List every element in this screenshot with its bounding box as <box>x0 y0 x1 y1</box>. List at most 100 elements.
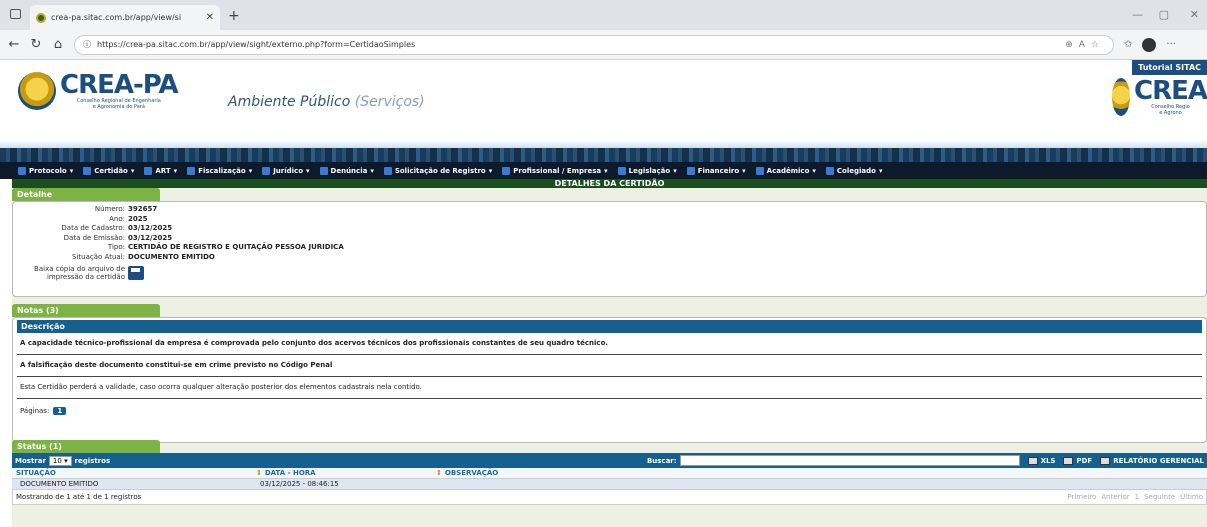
page-button[interactable]: 1 <box>53 407 67 415</box>
home-icon[interactable]: ⌂ <box>52 37 64 52</box>
records-label: registros <box>74 456 111 465</box>
column-label: DATA - HORA <box>264 469 316 477</box>
close-window-icon[interactable]: ✕ <box>1190 8 1199 21</box>
brand-name: CREA-PA <box>60 70 179 100</box>
restore-icon[interactable]: ▢ <box>1159 8 1169 21</box>
field-value: CERTIDÃO DE REGISTRO E QUITAÇÃO PESSOA J… <box>128 243 344 251</box>
pager-page[interactable]: 1 <box>1135 493 1139 501</box>
brand-right-sub-2: e Agrono <box>1159 110 1182 116</box>
menu-item-solicitacao[interactable]: Solicitação de Registro ▾ <box>383 166 492 175</box>
back-icon[interactable]: ← <box>8 37 20 52</box>
field-value: 03/12/2025 <box>128 224 173 232</box>
field-label: Ano: <box>109 214 125 223</box>
reload-icon[interactable]: ↻ <box>30 37 42 52</box>
showing-info: Mostrando de 1 até 1 de 1 registros <box>16 493 142 501</box>
site-header: CREA-PA Conselho Regional de Engenharia … <box>0 60 1207 140</box>
detalhe-section: Detalhe Número: 392657 Ano: 2025 Data de C… <box>12 188 1207 297</box>
table-pager: Primeiro Anterior 1 Seguinte Último <box>1067 493 1203 501</box>
close-tab-icon[interactable]: ✕ <box>206 12 214 23</box>
menu-item-legislacao[interactable]: Legislação ▾ <box>617 166 677 175</box>
search-input[interactable] <box>679 455 1020 466</box>
more-menu-icon[interactable]: ··· <box>1166 39 1176 50</box>
search-label: Buscar: <box>646 456 677 465</box>
menu-item-art[interactable]: ART ▾ <box>144 166 177 175</box>
new-tab-icon[interactable]: + <box>228 8 240 24</box>
download-label-1: Baixa cópia do arquivo de <box>34 265 125 273</box>
menu-item-denuncia[interactable]: Denúncia ▾ <box>319 166 374 175</box>
menu-item-protocolo[interactable]: Protocolo ▾ <box>18 166 73 175</box>
field-label: Data de Emissão: <box>63 233 125 242</box>
note-row: A falsificação deste documento constitui… <box>17 355 1202 377</box>
field-label: Número: <box>94 205 125 213</box>
menu-item-juridico[interactable]: Jurídico ▾ <box>262 166 310 175</box>
printer-icon <box>1027 456 1038 465</box>
pager-previous[interactable]: Anterior <box>1101 493 1129 501</box>
pager-last[interactable]: Último <box>1180 493 1203 501</box>
ambiente-sub: (Serviços) <box>354 94 425 110</box>
field-numero: Número: 392657 <box>13 205 1206 215</box>
tab-actions-icon[interactable] <box>10 9 21 19</box>
report-button[interactable]: RELATÓRIO GERENCIAL <box>1100 456 1204 465</box>
crea-seal-icon <box>18 72 56 110</box>
minimize-icon[interactable]: — <box>1132 8 1143 21</box>
url-actions-icon[interactable]: ⊕A☆ <box>1065 40 1105 50</box>
browser-tab[interactable]: crea-pa.sitac.com.br/app/view/si ✕ <box>30 5 220 30</box>
detalhe-tab: Detalhe <box>12 188 160 201</box>
pager-first[interactable]: Primeiro <box>1067 493 1096 501</box>
site-info-icon[interactable]: ⓘ <box>83 39 91 50</box>
download-label: Baixa cópia do arquivo de impressão da ce… <box>13 265 128 281</box>
field-label: Data de Cadastro: <box>61 224 125 232</box>
field-value: 392657 <box>128 205 158 213</box>
site-favicon-icon <box>36 12 46 23</box>
address-bar: ← ↻ ⌂ ⓘ https://crea-pa.sitac.com.br/app… <box>0 30 1207 60</box>
cell-data-hora: 03/12/2025 - 08:46:15 <box>252 478 432 489</box>
printer-icon <box>1063 456 1074 465</box>
menu-item-certidao[interactable]: Certidão ▾ <box>83 166 134 175</box>
column-data-hora[interactable]: ⇕ DATA - HORA <box>252 468 432 479</box>
menu-item-colegiado[interactable]: Colegiado ▾ <box>825 166 882 175</box>
sort-icon: ⇕ <box>436 469 442 477</box>
column-label: OBSERVAÇÃO <box>444 469 499 477</box>
sort-icon: ⇕ <box>256 469 262 477</box>
tutorial-link[interactable]: Tutorial SITAC <box>1132 60 1207 75</box>
pages-label: Páginas: <box>20 407 50 415</box>
xls-label: XLS <box>1040 456 1056 465</box>
field-ano: Ano: 2025 <box>13 215 1206 225</box>
status-toolbar: Mostrar 10 ▾ registros Buscar: XLS PDF R… <box>12 453 1207 468</box>
notas-panel: Descrição A capacidade técnico-profissio… <box>12 317 1207 443</box>
tab-title: crea-pa.sitac.com.br/app/view/si <box>51 13 182 22</box>
field-situacao: Situação Atual: DOCUMENTO EMITIDO <box>13 253 1206 263</box>
browser-tabbar: crea-pa.sitac.com.br/app/view/si ✕ + — ▢… <box>0 0 1207 30</box>
menu-item-academico[interactable]: Acadêmico ▾ <box>755 166 816 175</box>
printer-icon <box>1100 456 1111 465</box>
field-data-cadastro: Data de Cadastro: 03/12/2025 <box>13 224 1206 234</box>
download-icon[interactable] <box>128 266 144 280</box>
menu-item-financeiro[interactable]: Financeiro ▾ <box>686 166 746 175</box>
field-data-emissao: Data de Emissão: 03/12/2025 <box>13 234 1206 244</box>
crea-seal-right-icon <box>1112 78 1131 116</box>
column-situacao[interactable]: SITUAÇÃO <box>12 468 252 479</box>
download-row: Baixa cópia do arquivo de impressão da ce… <box>13 265 1206 281</box>
favorites-icon[interactable]: ✩ <box>1124 39 1132 50</box>
cell-situacao: DOCUMENTO EMITIDO <box>12 478 252 489</box>
field-label: Tipo: <box>107 243 125 251</box>
cell-observacao <box>432 478 1207 489</box>
menu-item-profissional[interactable]: Profissional / Empresa ▾ <box>502 166 608 175</box>
main-content: Detalhe Número: 392657 Ano: 2025 Data de C… <box>12 188 1207 527</box>
profile-avatar[interactable] <box>1142 37 1157 52</box>
menu-item-fiscalizacao[interactable]: Fiscalização ▾ <box>187 166 252 175</box>
descricao-header: Descrição <box>17 320 1202 333</box>
column-label: SITUAÇÃO <box>16 469 56 477</box>
url-field[interactable]: ⓘ https://crea-pa.sitac.com.br/app/view/… <box>74 34 1114 55</box>
brand-sub-2: e Agronomia do Pará <box>92 104 145 110</box>
export-xls-button[interactable]: XLS <box>1027 456 1056 465</box>
pagination: Páginas: 1 <box>17 399 1202 423</box>
download-label-2: impressão da certidão <box>46 273 125 281</box>
table-row[interactable]: DOCUMENTO EMITIDO 03/12/2025 - 08:46:15 <box>12 478 1207 489</box>
page-size-select[interactable]: 10 ▾ <box>48 455 72 466</box>
crea-logo[interactable]: CREA-PA Conselho Regional de Engenharia … <box>18 70 179 110</box>
export-pdf-button[interactable]: PDF <box>1063 456 1092 465</box>
pager-next[interactable]: Seguinte <box>1144 493 1175 501</box>
ambiente-label: Ambiente Público <box>228 94 351 110</box>
column-observacao[interactable]: ⇕ OBSERVAÇÃO <box>432 468 1207 479</box>
